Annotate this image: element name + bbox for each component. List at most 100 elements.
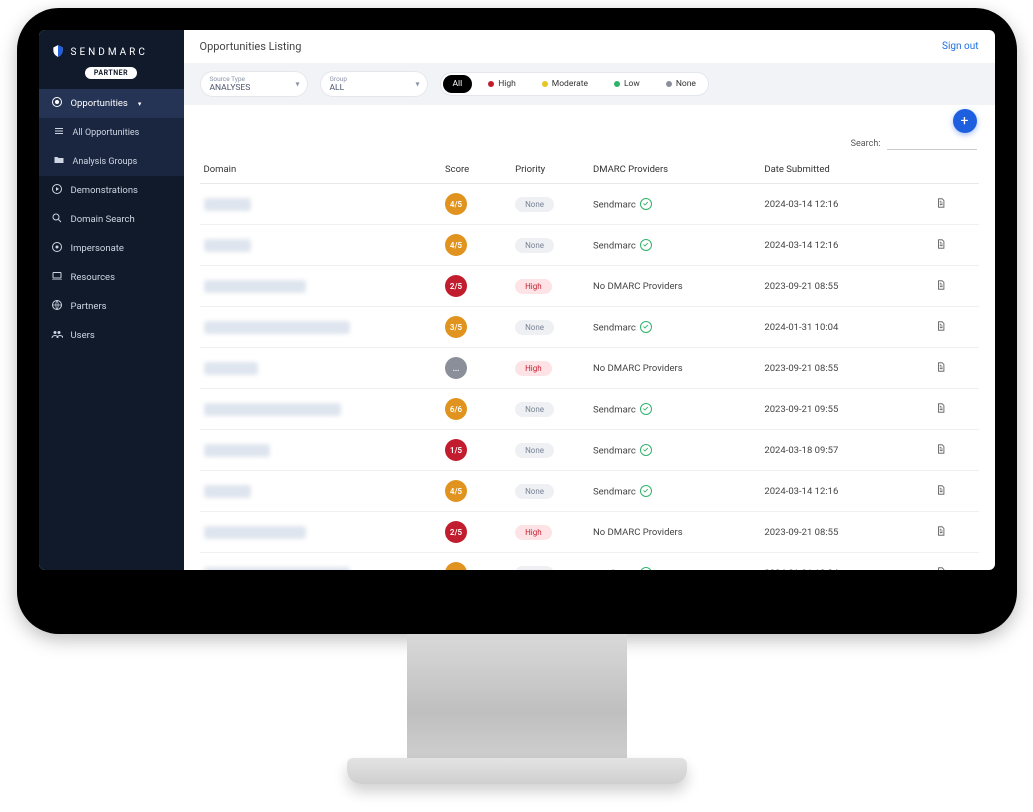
- document-icon[interactable]: [936, 488, 946, 499]
- target-icon: [51, 96, 63, 111]
- sidebar-item-users[interactable]: Users: [39, 321, 184, 350]
- table-row[interactable]: xxxxxx.xxxxx ... High No DMARC Providers…: [200, 348, 979, 389]
- col-submitted[interactable]: Date Submitted: [760, 156, 931, 184]
- document-icon[interactable]: [936, 283, 946, 294]
- monitor-base: [347, 758, 687, 784]
- cell-domain: xxxxxxxxxxxxxxxxxxxxxxxxxx.xx.xx: [200, 553, 441, 571]
- check-icon: [640, 403, 652, 415]
- sidebar-item-domain-search[interactable]: Domain Search: [39, 205, 184, 234]
- document-icon[interactable]: [936, 447, 946, 458]
- cell-priority: None: [511, 184, 589, 225]
- search-icon: [51, 212, 63, 227]
- search-label: Search:: [851, 139, 881, 149]
- search-input[interactable]: [887, 137, 977, 150]
- add-button[interactable]: +: [953, 109, 977, 133]
- col-domain[interactable]: Domain: [200, 156, 441, 184]
- cell-domain: xxxxx.xx.xx: [200, 184, 441, 225]
- signout-link[interactable]: Sign out: [942, 41, 978, 52]
- table-row[interactable]: xxxxxxx-xxxxxxxxx-xxxxxxx.xx.xx 6/6 None…: [200, 389, 979, 430]
- cell-provider: Sendmarc: [589, 307, 760, 348]
- group-select[interactable]: Group ALL ▾: [320, 71, 428, 97]
- priority-chip: None: [515, 566, 554, 571]
- cell-submitted: 2023-09-21 09:55: [760, 389, 931, 430]
- priority-chip: None: [515, 443, 554, 458]
- check-icon: [640, 321, 652, 333]
- cell-domain: xxx-xxxxxxx-xxxxxxx.xxx: [200, 512, 441, 553]
- document-icon[interactable]: [936, 406, 946, 417]
- cell-priority: None: [511, 430, 589, 471]
- table-row[interactable]: xxx-xxxxxxx-xxxxxxx.xxx 2/5 High No DMAR…: [200, 512, 979, 553]
- search-row: Search:: [200, 111, 979, 156]
- priority-low[interactable]: Low: [604, 75, 650, 93]
- cell-submitted: 2024-01-31 10:04: [760, 307, 931, 348]
- table-row[interactable]: xxxxx.xx.xx 4/5 None Sendmarc 2024-03-14…: [200, 471, 979, 512]
- users-icon: [51, 328, 63, 343]
- sidebar-item-partners[interactable]: Partners: [39, 292, 184, 321]
- priority-chip: None: [515, 484, 554, 499]
- col-score[interactable]: Score: [441, 156, 511, 184]
- sidebar-item-impersonate[interactable]: Impersonate: [39, 234, 184, 263]
- priority-chip: None: [515, 320, 554, 335]
- sidebar-item-label: Partners: [71, 301, 107, 312]
- brand: SENDMARC: [39, 40, 184, 63]
- cell-priority: None: [511, 225, 589, 266]
- cell-score: ...: [441, 348, 511, 389]
- check-icon: [640, 567, 652, 570]
- check-icon: [640, 239, 652, 251]
- world-icon: [51, 299, 63, 314]
- laptop-icon: [51, 270, 63, 285]
- col-priority[interactable]: Priority: [511, 156, 589, 184]
- cell-submitted: 2024-01-31 10:04: [760, 553, 931, 571]
- table-body: xxxxx.xx.xx 4/5 None Sendmarc 2024-03-14…: [200, 184, 979, 571]
- cell-score: 3/5: [441, 553, 511, 571]
- cell-score: 3/5: [441, 307, 511, 348]
- cell-score: 4/5: [441, 225, 511, 266]
- source-type-hint: Source Type: [210, 75, 298, 83]
- table-row[interactable]: xxxxx.xx.xx 4/5 None Sendmarc 2024-03-14…: [200, 225, 979, 266]
- sidebar-item-all-opportunities[interactable]: All Opportunities: [39, 118, 184, 147]
- document-icon[interactable]: [936, 324, 946, 335]
- document-icon[interactable]: [936, 570, 946, 571]
- document-icon[interactable]: [936, 242, 946, 253]
- source-type-select[interactable]: Source Type ANALYSES ▾: [200, 71, 308, 97]
- cell-actions: [932, 266, 979, 307]
- table-row[interactable]: xxx-xxxxxxx-xxxxxxx.xxx 2/5 High No DMAR…: [200, 266, 979, 307]
- cell-provider: No DMARC Providers: [589, 512, 760, 553]
- table-row[interactable]: xxxxxxxxxxxxxxxxxxxxxxxxxx.xx.xx 3/5 Non…: [200, 553, 979, 571]
- cell-provider: Sendmarc: [589, 225, 760, 266]
- priority-high[interactable]: High: [478, 75, 526, 93]
- check-icon: [640, 198, 652, 210]
- priority-moderate[interactable]: Moderate: [532, 75, 598, 93]
- table-row[interactable]: xxxxxxxxxxxxxxxxxxxxxxxxxx.xx.xx 3/5 Non…: [200, 307, 979, 348]
- score-badge: 2/5: [445, 521, 467, 543]
- cell-priority: High: [511, 266, 589, 307]
- cell-provider: Sendmarc: [589, 184, 760, 225]
- score-badge: 2/5: [445, 275, 467, 297]
- cell-submitted: 2023-09-21 08:55: [760, 266, 931, 307]
- col-providers[interactable]: DMARC Providers: [589, 156, 760, 184]
- sidebar-item-demonstrations[interactable]: Demonstrations: [39, 176, 184, 205]
- partner-badge: PARTNER: [85, 67, 137, 79]
- opportunities-table: Domain Score Priority DMARC Providers Da…: [200, 156, 979, 570]
- cell-priority: None: [511, 553, 589, 571]
- score-badge: ...: [445, 357, 467, 379]
- monitor-stand: [407, 634, 627, 764]
- check-icon: [640, 485, 652, 497]
- dot-icon: [614, 81, 620, 87]
- document-icon[interactable]: [936, 365, 946, 376]
- sidebar-item-opportunities[interactable]: Opportunities ▾: [39, 89, 184, 118]
- table-row[interactable]: xxxxxxxxx.xx.xx 1/5 None Sendmarc 2024-0…: [200, 430, 979, 471]
- priority-all[interactable]: All: [443, 75, 473, 93]
- document-icon[interactable]: [936, 529, 946, 540]
- sidebar-item-analysis-groups[interactable]: Analysis Groups: [39, 147, 184, 176]
- source-type-value: ANALYSES: [210, 83, 298, 93]
- priority-chip: High: [515, 361, 552, 376]
- filter-bar: Source Type ANALYSES ▾ Group ALL ▾ All H…: [184, 63, 995, 105]
- cell-domain: xxx-xxxxxxx-xxxxxxx.xxx: [200, 266, 441, 307]
- group-hint: Group: [330, 75, 418, 83]
- priority-chip: None: [515, 197, 554, 212]
- document-icon[interactable]: [936, 201, 946, 212]
- priority-none[interactable]: None: [656, 75, 706, 93]
- sidebar-item-resources[interactable]: Resources: [39, 263, 184, 292]
- table-row[interactable]: xxxxx.xx.xx 4/5 None Sendmarc 2024-03-14…: [200, 184, 979, 225]
